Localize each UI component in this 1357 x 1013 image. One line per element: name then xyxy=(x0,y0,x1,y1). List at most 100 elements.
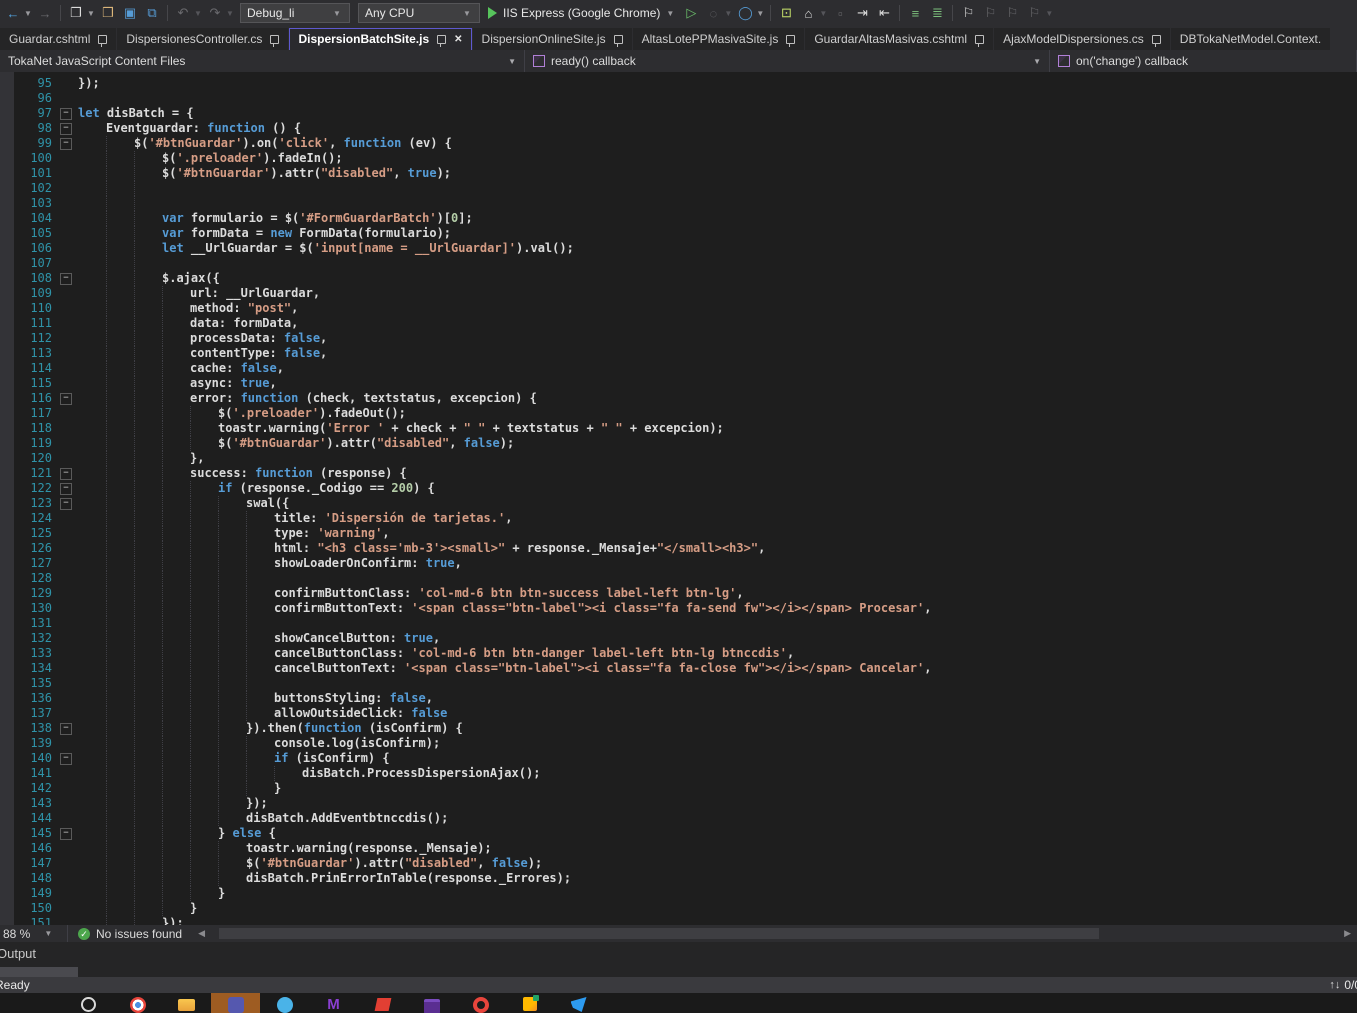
project-scope-dropdown[interactable]: TokaNet JavaScript Content Files ▼ xyxy=(0,50,525,72)
redo-icon[interactable]: ↷ xyxy=(205,3,225,23)
pin-icon[interactable] xyxy=(1152,35,1161,44)
save-all-icon[interactable]: ⧉ xyxy=(142,3,162,23)
taskbar-red-app-icon[interactable] xyxy=(358,993,407,1013)
fold-collapse-icon[interactable]: − xyxy=(60,498,72,510)
indent-guide xyxy=(106,241,107,256)
taskbar-file-explorer-icon[interactable] xyxy=(162,993,211,1013)
start-debugging-label: IIS Express (Google Chrome) xyxy=(503,6,660,20)
toggle-bookmark-icon[interactable]: ⚐ xyxy=(958,3,978,23)
tab-dbtokanetmodel-context-[interactable]: DBTokaNetModel.Context. xyxy=(1171,28,1331,50)
code-line-126: 126html: "<h3 class='mb-3'><small>" + re… xyxy=(14,541,1357,556)
solution-platforms-dropdown[interactable]: Any CPU ▼ xyxy=(358,3,480,23)
outdent-icon[interactable]: ⇤ xyxy=(874,3,894,23)
folding-margin xyxy=(52,676,78,691)
fold-collapse-icon[interactable]: − xyxy=(60,483,72,495)
fold-collapse-icon[interactable]: − xyxy=(60,723,72,735)
indent-guide xyxy=(106,826,107,841)
pin-icon[interactable] xyxy=(614,35,623,44)
tab-guardaraltasmasivas-cshtml[interactable]: GuardarAltasMasivas.cshtml xyxy=(805,28,994,50)
restart-dropdown-icon[interactable]: ▼ xyxy=(756,9,766,18)
fold-collapse-icon[interactable]: − xyxy=(60,138,72,150)
taskbar-terminal-icon[interactable] xyxy=(407,993,456,1013)
new-window-icon[interactable]: ❐ xyxy=(66,3,86,23)
scroll-left-icon[interactable]: ◀ xyxy=(198,928,205,939)
scroll-right-icon[interactable]: ▶ xyxy=(1344,928,1351,939)
fold-collapse-icon[interactable]: − xyxy=(60,393,72,405)
taskbar-chrome-profile-icon[interactable] xyxy=(456,993,505,1013)
hot-reload-dropdown-icon[interactable]: ▼ xyxy=(724,9,734,18)
navigate-back-icon[interactable]: ← xyxy=(3,3,23,23)
member-dropdown-right[interactable]: on('change') callback xyxy=(1050,50,1357,72)
tab-altasloteppmasivasite-js[interactable]: AltasLotePPMasivaSite.js xyxy=(633,28,806,50)
fold-collapse-icon[interactable]: − xyxy=(60,828,72,840)
taskbar-files-app-icon[interactable] xyxy=(505,993,554,1013)
navigate-back-dropdown-icon[interactable]: ▼ xyxy=(24,9,34,18)
line-number: 114 xyxy=(14,361,52,376)
navigate-home-icon[interactable]: ⌂ xyxy=(798,3,818,23)
taskbar-visual-studio-icon[interactable] xyxy=(554,993,603,1013)
taskbar-file-explorer-icon xyxy=(178,999,195,1011)
tab-dispersionescontroller-cs[interactable]: DispersionesController.cs xyxy=(117,28,289,50)
tab-dispersionbatchsite-js[interactable]: DispersionBatchSite.js✕ xyxy=(289,28,472,50)
tab-dispersiononlinesite-js[interactable]: DispersionOnlineSite.js xyxy=(473,28,633,50)
indent-guide xyxy=(274,766,275,781)
pin-icon[interactable] xyxy=(270,35,279,44)
start-debugging-button[interactable]: IIS Express (Google Chrome) ▼ xyxy=(488,6,676,20)
method-cube-icon xyxy=(1058,55,1070,67)
redo-dropdown-icon[interactable]: ▼ xyxy=(226,9,236,18)
pin-icon[interactable] xyxy=(975,35,984,44)
undo-icon[interactable]: ↶ xyxy=(173,3,193,23)
clear-bookmarks-icon[interactable]: ⚐ xyxy=(1024,3,1044,23)
taskbar-microsoft-365-icon[interactable]: M xyxy=(309,993,358,1013)
taskbar-chrome-icon[interactable] xyxy=(113,993,162,1013)
code-editor[interactable]: 95});9697−let disBatch = {98−Eventguarda… xyxy=(0,72,1357,925)
fold-collapse-icon[interactable]: − xyxy=(60,273,72,285)
comment-lines-icon[interactable]: ≣ xyxy=(927,3,947,23)
breakpoint-margin[interactable] xyxy=(0,72,14,925)
taskbar-teams-icon[interactable] xyxy=(211,993,260,1013)
tab-guardar-cshtml[interactable]: Guardar.cshtml xyxy=(0,28,117,50)
code-line-123: 123−swal({ xyxy=(14,496,1357,511)
taskbar-search-icon[interactable] xyxy=(64,993,113,1013)
find-in-files-icon[interactable]: ⊡ xyxy=(776,3,796,23)
selection-box-icon[interactable]: ▫ xyxy=(830,3,850,23)
save-icon[interactable]: ▣ xyxy=(120,3,140,23)
indent-guide xyxy=(134,811,135,826)
line-number: 105 xyxy=(14,226,52,241)
indent-icon[interactable]: ⇥ xyxy=(852,3,872,23)
start-without-debugging-icon[interactable]: ▷ xyxy=(681,3,701,23)
indent-guide xyxy=(134,346,135,361)
next-bookmark-icon[interactable]: ⚐ xyxy=(1002,3,1022,23)
close-icon[interactable]: ✕ xyxy=(454,34,462,45)
pin-icon[interactable] xyxy=(786,35,795,44)
pin-icon[interactable] xyxy=(437,35,446,44)
navigate-forward-icon[interactable]: → xyxy=(35,3,55,23)
bookmarks-dropdown-icon[interactable]: ▼ xyxy=(1045,9,1055,18)
restart-icon[interactable]: ◯ xyxy=(735,3,755,23)
taskbar-skype-icon[interactable] xyxy=(260,993,309,1013)
indent-guide xyxy=(162,526,163,541)
open-file-icon[interactable]: ❒ xyxy=(98,3,118,23)
output-panel-title[interactable]: Output xyxy=(0,946,36,961)
fold-collapse-icon[interactable]: − xyxy=(60,468,72,480)
indent-guide xyxy=(134,526,135,541)
fold-collapse-icon[interactable]: − xyxy=(60,753,72,765)
solution-configurations-dropdown[interactable]: Debug_li ▼ xyxy=(240,3,350,23)
sort-lines-icon[interactable]: ≡ xyxy=(905,3,925,23)
horizontal-scrollbar[interactable] xyxy=(211,925,1338,942)
document-health-indicator[interactable]: ✓ No issues found xyxy=(68,925,192,942)
home-dropdown-icon[interactable]: ▼ xyxy=(819,9,829,18)
pin-icon[interactable] xyxy=(98,35,107,44)
zoom-level-dropdown[interactable]: 88 % ▼ xyxy=(0,925,68,942)
scrollbar-thumb[interactable] xyxy=(219,928,1099,939)
hot-reload-icon[interactable]: ◌ xyxy=(703,3,723,23)
undo-dropdown-icon[interactable]: ▼ xyxy=(194,9,204,18)
output-scrollbar-thumb[interactable] xyxy=(0,967,78,977)
fold-collapse-icon[interactable]: − xyxy=(60,108,72,120)
new-window-dropdown-icon[interactable]: ▼ xyxy=(87,9,97,18)
tab-ajaxmodeldispersiones-cs[interactable]: AjaxModelDispersiones.cs xyxy=(994,28,1171,50)
indent-guide xyxy=(162,766,163,781)
fold-collapse-icon[interactable]: − xyxy=(60,123,72,135)
member-dropdown-left[interactable]: ready() callback ▼ xyxy=(525,50,1050,72)
prev-bookmark-icon[interactable]: ⚐ xyxy=(980,3,1000,23)
